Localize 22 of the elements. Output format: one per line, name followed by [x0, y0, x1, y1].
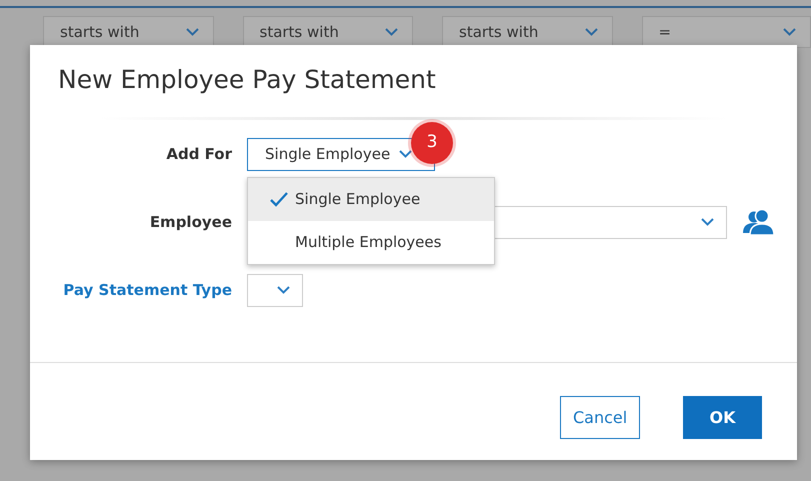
- ok-button[interactable]: OK: [683, 396, 762, 439]
- check-icon: [270, 192, 288, 207]
- filter-dropdown[interactable]: starts with: [242, 16, 413, 48]
- dialog-title: New Employee Pay Statement: [57, 64, 437, 96]
- step-callout-tooltip: 3: [411, 122, 453, 164]
- cancel-button[interactable]: Cancel: [560, 396, 640, 439]
- menu-item[interactable]: Single Employee: [248, 178, 494, 221]
- caret-icon: [399, 150, 412, 158]
- caret-icon: [701, 218, 714, 226]
- menu-item[interactable]: Multiple Employees: [248, 221, 494, 264]
- filter-dropdown[interactable]: =: [642, 16, 811, 48]
- field-label: Employee: [148, 212, 233, 233]
- caret-icon: [584, 28, 598, 36]
- caret-icon: [783, 28, 796, 36]
- filter-dropdown[interactable]: starts with: [43, 16, 214, 48]
- people-icon[interactable]: [743, 209, 775, 235]
- filter-dropdown[interactable]: starts with: [442, 16, 612, 48]
- caret-icon: [277, 286, 290, 294]
- caret-icon: [385, 28, 398, 36]
- field-link[interactable]: Pay Statement Type: [30, 278, 247, 302]
- field-label: Add For: [165, 144, 233, 165]
- caret-icon: [186, 28, 198, 36]
